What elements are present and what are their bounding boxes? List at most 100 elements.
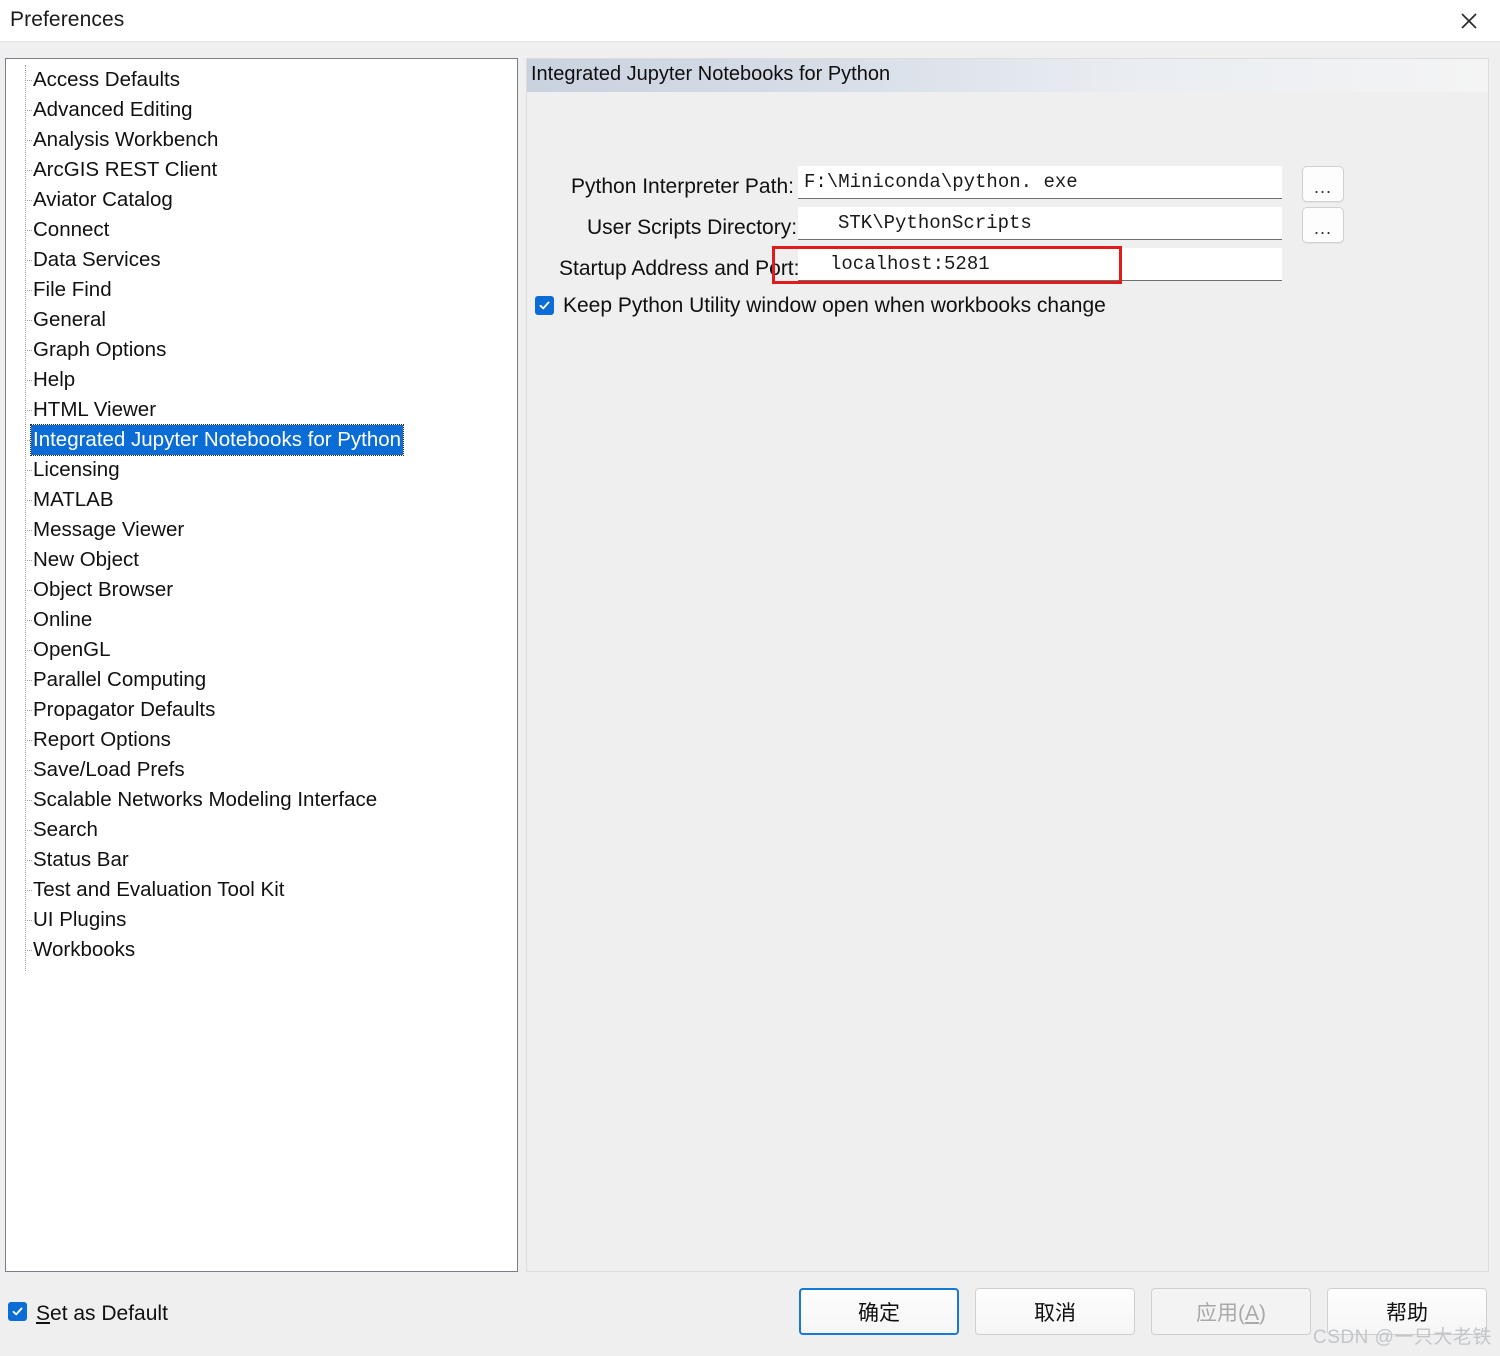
tree-item-label: Report Options xyxy=(33,728,171,751)
preferences-category-tree[interactable]: Access Defaults Advanced Editing Analysis … xyxy=(5,58,518,1272)
startup-address-port-input[interactable] xyxy=(798,248,1282,281)
tree-item-aviator-catalog[interactable]: Aviator Catalog xyxy=(6,185,517,215)
tree-item-connect[interactable]: Connect xyxy=(6,215,517,245)
keep-window-open-checkbox[interactable] xyxy=(535,296,554,315)
ellipsis-icon: ... xyxy=(1313,218,1332,238)
tree-item-label: Licensing xyxy=(33,458,120,481)
user-scripts-directory-input[interactable] xyxy=(798,207,1282,240)
tree-item-test-and-evaluation-tool-kit[interactable]: Test and Evaluation Tool Kit xyxy=(6,875,517,905)
set-as-default-label: Set as Default xyxy=(36,1300,168,1328)
apply-button: 应用(A) xyxy=(1151,1288,1311,1335)
tree-item-online[interactable]: Online xyxy=(6,605,517,635)
tree-item-matlab[interactable]: MATLAB xyxy=(6,485,517,515)
tree-branch-icon xyxy=(25,140,32,141)
tree-branch-icon xyxy=(25,560,32,561)
tree-item-access-defaults[interactable]: Access Defaults xyxy=(6,65,517,95)
tree-branch-icon xyxy=(25,680,32,681)
user-scripts-directory-browse-button[interactable]: ... xyxy=(1302,207,1344,243)
tree-item-label: Graph Options xyxy=(33,338,167,361)
window-title: Preferences xyxy=(10,8,125,31)
tree-item-label: Analysis Workbench xyxy=(33,128,219,151)
tree-branch-icon xyxy=(25,320,32,321)
tree-item-object-browser[interactable]: Object Browser xyxy=(6,575,517,605)
tree-item-label: Access Defaults xyxy=(33,68,180,91)
tree-item-label: Scalable Networks Modeling Interface xyxy=(33,788,378,811)
tree-item-integrated-jupyter-notebooks-for-python[interactable]: Integrated Jupyter Notebooks for Python xyxy=(6,424,517,456)
tree-item-label: File Find xyxy=(33,278,112,301)
row-user-scripts-directory: User Scripts Directory: ... xyxy=(527,207,1488,247)
tree-item-help[interactable]: Help xyxy=(6,365,517,395)
tree-item-advanced-editing[interactable]: Advanced Editing xyxy=(6,95,517,125)
python-interpreter-label: Python Interpreter Path: xyxy=(571,175,794,198)
tree-item-label: Help xyxy=(33,368,76,391)
tree-item-workbooks[interactable]: Workbooks xyxy=(6,935,517,965)
tree-item-opengl[interactable]: OpenGL xyxy=(6,635,517,665)
tree-item-report-options[interactable]: Report Options xyxy=(6,725,517,755)
csdn-watermark: CSDN @一只大老铁 xyxy=(1313,1327,1492,1348)
panel-header-bar: Integrated Jupyter Notebooks for Python xyxy=(527,59,1488,92)
tree-branch-icon xyxy=(25,950,32,951)
tree-item-label: Advanced Editing xyxy=(33,98,193,121)
tree-item-save-load-prefs[interactable]: Save/Load Prefs xyxy=(6,755,517,785)
tree-branch-icon xyxy=(25,440,32,441)
tree-item-status-bar[interactable]: Status Bar xyxy=(6,845,517,875)
tree-item-html-viewer[interactable]: HTML Viewer xyxy=(6,395,517,425)
tree-branch-icon xyxy=(25,800,32,801)
tree-item-label: Propagator Defaults xyxy=(33,698,216,721)
tree-item-label: Test and Evaluation Tool Kit xyxy=(33,878,285,901)
tree-item-file-find[interactable]: File Find xyxy=(6,275,517,305)
window-titlebar: Preferences xyxy=(0,0,1500,42)
tree-item-label: Object Browser xyxy=(33,578,174,601)
tree-item-label: New Object xyxy=(33,548,139,571)
python-interpreter-input[interactable] xyxy=(798,166,1282,199)
startup-address-port-label: Startup Address and Port: xyxy=(559,257,800,280)
tree-item-ui-plugins[interactable]: UI Plugins xyxy=(6,905,517,935)
tree-item-analysis-workbench[interactable]: Analysis Workbench xyxy=(6,125,517,155)
tree-branch-icon xyxy=(25,230,32,231)
tree-item-graph-options[interactable]: Graph Options xyxy=(6,335,517,365)
tree-item-label: Status Bar xyxy=(33,848,129,871)
tree-branch-icon xyxy=(25,80,32,81)
set-as-default-checkbox[interactable] xyxy=(8,1302,27,1321)
tree-branch-icon xyxy=(25,200,32,201)
tree-item-label: Data Services xyxy=(33,248,161,271)
row-startup-address-port: Startup Address and Port: xyxy=(527,246,1488,288)
tree-item-label: Workbooks xyxy=(33,938,136,961)
tree-branch-icon xyxy=(25,470,32,471)
tree-branch-icon xyxy=(25,920,32,921)
tree-item-general[interactable]: General xyxy=(6,305,517,335)
tree-item-label: OpenGL xyxy=(33,638,111,661)
tree-branch-icon xyxy=(25,350,32,351)
settings-panel: Integrated Jupyter Notebooks for Python … xyxy=(526,58,1489,1272)
set-as-default-rest: et as Default xyxy=(50,1302,168,1325)
tree-item-scalable-networks-modeling-interface[interactable]: Scalable Networks Modeling Interface xyxy=(6,785,517,815)
tree-item-search[interactable]: Search xyxy=(6,815,517,845)
tree-item-label: Connect xyxy=(33,218,110,241)
python-interpreter-browse-button[interactable]: ... xyxy=(1302,166,1344,202)
panel-title: Integrated Jupyter Notebooks for Python xyxy=(531,63,891,85)
ok-button[interactable]: 确定 xyxy=(799,1288,959,1335)
tree-branch-icon xyxy=(25,110,32,111)
tree-branch-icon xyxy=(25,770,32,771)
tree-item-label: Parallel Computing xyxy=(33,668,207,691)
tree-item-propagator-defaults[interactable]: Propagator Defaults xyxy=(6,695,517,725)
tree-item-label: Message Viewer xyxy=(33,518,185,541)
keep-window-open-label: Keep Python Utility window open when wor… xyxy=(563,294,1106,317)
tree-item-new-object[interactable]: New Object xyxy=(6,545,517,575)
tree-item-arcgis-rest-client[interactable]: ArcGIS REST Client xyxy=(6,155,517,185)
tree-item-licensing[interactable]: Licensing xyxy=(6,455,517,485)
tree-branch-icon xyxy=(25,590,32,591)
tree-item-parallel-computing[interactable]: Parallel Computing xyxy=(6,665,517,695)
tree-branch-icon xyxy=(25,890,32,891)
cancel-button-label: 取消 xyxy=(1034,1301,1076,1325)
tree-item-label: Online xyxy=(33,608,93,631)
tree-branch-icon xyxy=(25,830,32,831)
tree-item-data-services[interactable]: Data Services xyxy=(6,245,517,275)
close-icon[interactable] xyxy=(1438,0,1500,42)
tree-item-label: UI Plugins xyxy=(33,908,127,931)
tree-branch-icon xyxy=(25,710,32,711)
tree-branch-icon xyxy=(25,650,32,651)
tree-branch-icon xyxy=(25,290,32,291)
cancel-button[interactable]: 取消 xyxy=(975,1288,1135,1335)
tree-item-message-viewer[interactable]: Message Viewer xyxy=(6,515,517,545)
